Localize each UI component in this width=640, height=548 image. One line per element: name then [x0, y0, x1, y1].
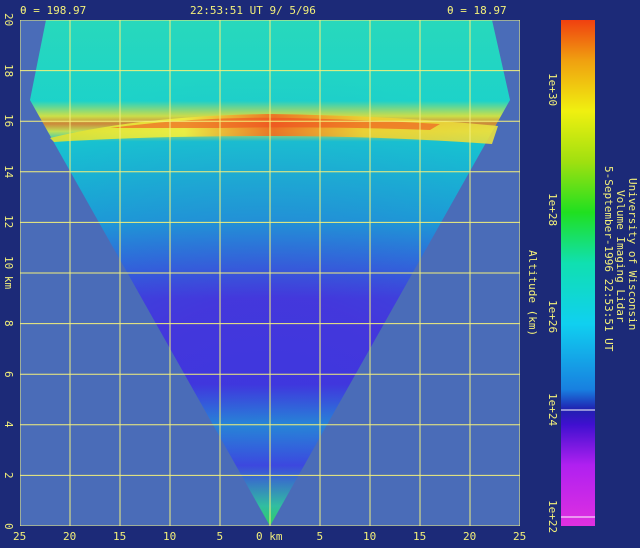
y-tick-label: 10 km	[2, 255, 15, 289]
y-tick-label: 6	[2, 370, 15, 378]
lidar-scan-image	[20, 20, 520, 526]
x-tick-label: 20	[463, 530, 477, 543]
colorbar-tick-label: 1e+28	[546, 192, 559, 226]
y-tick-label: 16	[2, 114, 15, 128]
colorbar-tick-label: 1e+24	[546, 392, 559, 426]
x-tick-label: 10	[163, 530, 177, 543]
x-tick-label: 15	[413, 530, 427, 543]
theta-right-label: θ = 18.97	[447, 4, 507, 17]
y-tick-label: 4	[2, 421, 15, 428]
x-tick-label: 20	[63, 530, 77, 543]
x-tick-label: 15	[113, 530, 127, 543]
y-axis-label: Altitude (km)	[526, 250, 539, 337]
x-tick-label: 25	[13, 530, 27, 543]
x-tick-label: 25	[513, 530, 527, 543]
y-tick-label: 0	[2, 522, 15, 530]
y-tick-label: 18	[2, 63, 15, 77]
y-tick-label: 20	[2, 13, 15, 27]
y-tick-label: 14	[2, 164, 15, 179]
lidar-scan-plot	[20, 20, 520, 526]
x-tick-label: 10	[363, 530, 377, 543]
timestamp-label: 22:53:51 UT 9/ 5/96	[190, 4, 316, 17]
colorbar-tick-label: 1e+30	[546, 72, 559, 106]
x-tick-label: 0 km	[256, 530, 283, 543]
color-scale-bar	[561, 20, 595, 526]
credit-institution: University of Wisconsin	[626, 178, 639, 331]
colorbar-tick-label: 1e+22	[546, 499, 559, 533]
x-tick-label: 5	[216, 530, 224, 543]
y-tick-label: 12	[2, 215, 15, 229]
y-tick-label: 2	[2, 471, 15, 479]
x-tick-label: 5	[316, 530, 324, 543]
theta-left-label: θ = 198.97	[20, 4, 87, 17]
credit-date: 5-September-1996 22:53:51 UT	[602, 166, 615, 352]
colorbar-tick-label: 1e+26	[546, 299, 559, 333]
credit-instrument: Volume Imaging Lidar	[614, 190, 627, 323]
y-tick-label: 8	[2, 320, 15, 327]
